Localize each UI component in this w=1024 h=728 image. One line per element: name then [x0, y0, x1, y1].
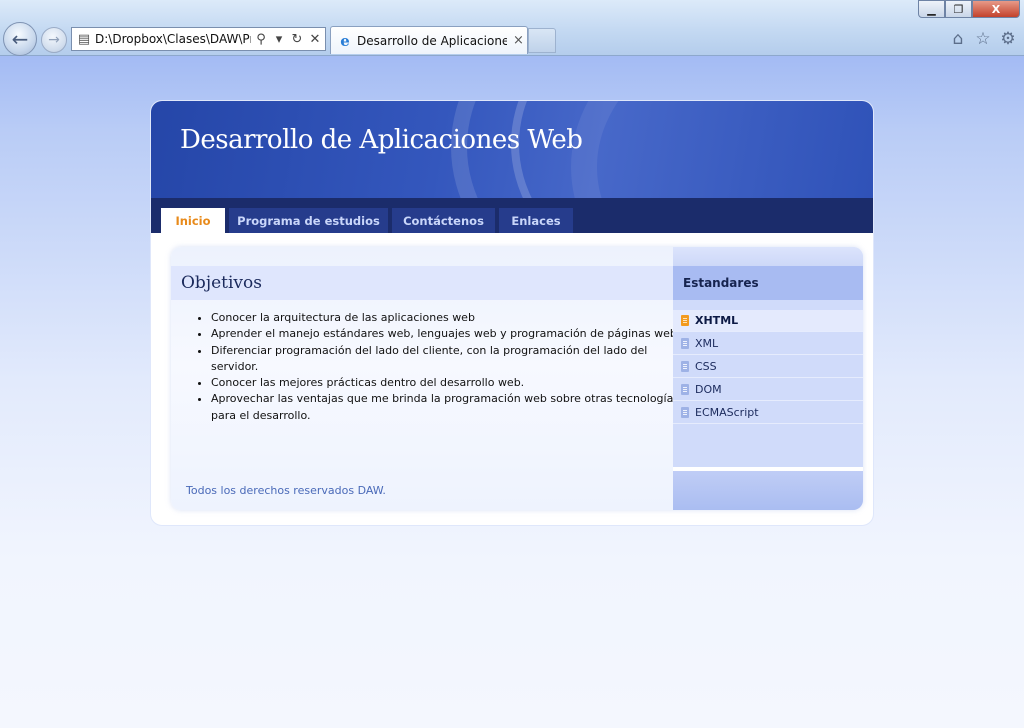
tab-title: Desarrollo de Aplicaciones ...: [357, 33, 507, 48]
forward-button[interactable]: →: [41, 27, 67, 53]
home-icon[interactable]: ⌂: [947, 28, 969, 50]
close-tab-icon[interactable]: ×: [513, 33, 524, 48]
document-icon: [681, 315, 689, 326]
browser-chrome: ← → ▤ D:\Dropbox\Clases\DAW\Prac ⚲ ▾ ↻ ✕…: [0, 0, 1024, 56]
address-bar[interactable]: ▤ D:\Dropbox\Clases\DAW\Prac ⚲ ▾ ↻ ✕: [71, 27, 326, 51]
address-url[interactable]: D:\Dropbox\Clases\DAW\Prac: [95, 32, 251, 46]
back-button[interactable]: ←: [3, 22, 37, 56]
chevron-down-icon[interactable]: ▾: [271, 32, 287, 47]
star-icon[interactable]: ☆: [972, 28, 994, 50]
objectives-heading: Objetivos: [171, 266, 673, 300]
objectives-list: Conocer la arquitectura de las aplicacio…: [181, 310, 683, 424]
sidebar-item-ecmascript[interactable]: ECMAScript: [673, 402, 863, 424]
sidebar-item-xml[interactable]: XML: [673, 333, 863, 355]
ie-icon: e: [340, 31, 350, 50]
search-icon[interactable]: ⚲: [253, 32, 269, 47]
new-tab-button[interactable]: [528, 28, 556, 53]
minimize-icon: ▁: [927, 2, 936, 16]
site-banner: Desarrollo de Aplicaciones Web: [151, 101, 873, 198]
main-content: Objetivos Conocer la arquitectura de las…: [171, 247, 680, 510]
main-nav: Inicio Programa de estudios Contáctenos …: [151, 198, 873, 233]
document-icon: [681, 361, 689, 372]
sidebar-item-label: ECMAScript: [695, 406, 759, 419]
sidebar-item-label: XML: [695, 337, 719, 350]
sidebar-item-label: XHTML: [695, 314, 739, 327]
document-icon: [681, 338, 689, 349]
sidebar-heading: Estandares: [673, 266, 863, 300]
nav-tab-inicio[interactable]: Inicio: [161, 208, 225, 233]
close-icon: X: [991, 2, 1001, 16]
close-window-button[interactable]: X: [972, 0, 1020, 18]
sidebar-item-dom[interactable]: DOM: [673, 379, 863, 401]
site-title: Desarrollo de Aplicaciones Web: [180, 125, 583, 155]
restore-button[interactable]: ❐: [945, 0, 972, 18]
restore-icon: ❐: [953, 2, 964, 16]
list-item: Conocer las mejores prácticas dentro del…: [211, 375, 683, 391]
sidebar-bottom: [673, 471, 863, 510]
footer-text: Todos los derechos reservados DAW.: [186, 484, 386, 497]
list-item: Aprovechar las ventajas que me brinda la…: [211, 391, 683, 424]
document-icon: [681, 407, 689, 418]
page-icon: ▤: [77, 31, 91, 47]
sidebar-item-xhtml[interactable]: XHTML: [673, 310, 863, 332]
sidebar-top: [673, 247, 863, 266]
sidebar-item-label: DOM: [695, 383, 722, 396]
content-box: Objetivos Conocer la arquitectura de las…: [171, 247, 863, 510]
sidebar-item-css[interactable]: CSS: [673, 356, 863, 378]
list-item: Diferenciar programación del lado del cl…: [211, 343, 683, 376]
arrow-left-icon: ←: [11, 27, 29, 51]
refresh-icon[interactable]: ↻: [289, 32, 305, 47]
list-item: Conocer la arquitectura de las aplicacio…: [211, 310, 683, 326]
nav-tab-enlaces[interactable]: Enlaces: [499, 208, 573, 233]
sidebar-item-label: CSS: [695, 360, 717, 373]
browser-tab[interactable]: e Desarrollo de Aplicaciones ... ×: [330, 26, 528, 54]
list-item: Aprender el manejo estándares web, lengu…: [211, 326, 683, 342]
document-icon: [681, 384, 689, 395]
nav-tab-contactenos[interactable]: Contáctenos: [392, 208, 495, 233]
nav-tab-programa[interactable]: Programa de estudios: [229, 208, 388, 233]
arrow-right-icon: →: [48, 32, 60, 48]
sidebar: Estandares XHTML XML CSS DOM ECMAScript: [673, 247, 863, 510]
gear-icon[interactable]: ⚙: [997, 28, 1019, 50]
minimize-button[interactable]: ▁: [918, 0, 945, 18]
page-card: Desarrollo de Aplicaciones Web Inicio Pr…: [151, 101, 873, 525]
stop-icon[interactable]: ✕: [307, 32, 323, 47]
